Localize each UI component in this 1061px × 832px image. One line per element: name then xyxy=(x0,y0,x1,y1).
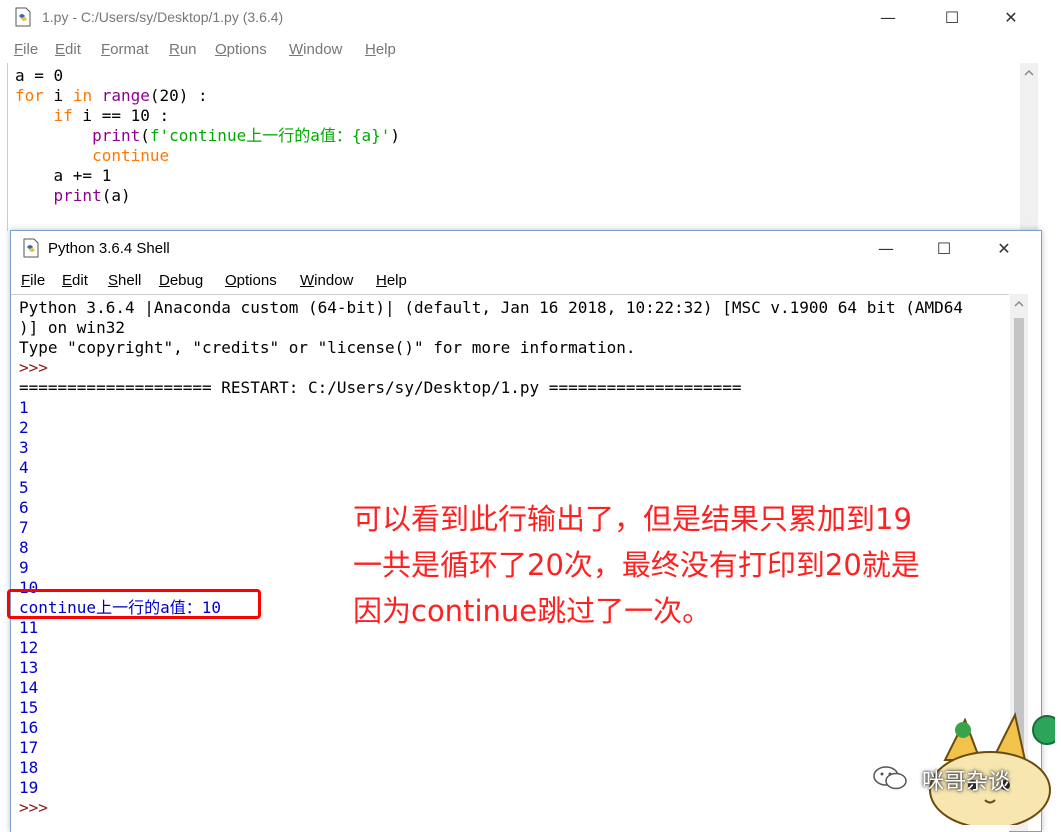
close-icon: ✕ xyxy=(1004,8,1018,27)
annotation-line: 一共是循环了20次，最终没有打印到20就是 xyxy=(353,548,920,582)
code-line: continue xyxy=(92,146,170,165)
output-line: 3 xyxy=(19,438,29,457)
shell-prompt: >>> xyxy=(19,358,48,377)
mascot-cat-image xyxy=(929,712,1055,825)
output-line: 12 xyxy=(19,638,39,657)
output-line: 13 xyxy=(19,658,39,677)
editor-maximize-button[interactable]: ☐ xyxy=(929,2,975,34)
shell-menu-options[interactable]: Options xyxy=(225,272,277,289)
output-line: 7 xyxy=(19,518,29,537)
annotation-text: 可以看到此行输出了，但是结果只累加到19 一共是循环了20次，最终没有打印到20… xyxy=(353,496,920,634)
code-line: for i in range(20) : xyxy=(15,86,208,105)
shell-maximize-button[interactable]: ☐ xyxy=(921,233,967,265)
code-line: print(f'continue上一行的a值：{a}') xyxy=(92,126,401,145)
editor-code-area[interactable]: a = 0 for i in range(20) : if i == 10 : … xyxy=(7,63,1020,231)
minimize-icon: — xyxy=(878,239,894,258)
scroll-arrows-icon xyxy=(1024,69,1034,76)
output-line: 6 xyxy=(19,498,29,517)
output-line: 2 xyxy=(19,418,29,437)
shell-menubar: File Edit Shell Debug Options Window Hel… xyxy=(11,269,1041,293)
scroll-up-icon xyxy=(1014,300,1024,307)
output-line: 18 xyxy=(19,758,39,777)
output-line: 8 xyxy=(19,538,29,557)
wechat-icon xyxy=(873,766,907,790)
shell-restart-line: ==================== RESTART: C:/Users/s… xyxy=(19,378,742,397)
output-line: 17 xyxy=(19,738,39,757)
editor-title: 1.py - C:/Users/sy/Desktop/1.py (3.6.4) xyxy=(42,9,284,25)
highlight-box xyxy=(7,589,261,619)
shell-menu-file[interactable]: File xyxy=(21,272,45,289)
editor-menu-format[interactable]: Format xyxy=(101,41,149,58)
output-line: 5 xyxy=(19,478,29,497)
output-line: 1 xyxy=(19,398,29,417)
output-line: 4 xyxy=(19,458,29,477)
maximize-icon: ☐ xyxy=(936,239,952,258)
editor-menubar: File Edit Format Run Options Window Help xyxy=(0,38,1061,62)
shell-close-button[interactable]: ✕ xyxy=(981,233,1027,265)
idle-shell-icon xyxy=(23,238,39,258)
editor-menu-file[interactable]: File xyxy=(14,41,38,58)
code-line: a += 1 xyxy=(15,166,112,185)
shell-banner-line: )] on win32 xyxy=(19,318,125,337)
shell-menu-edit[interactable]: Edit xyxy=(62,272,88,289)
output-line: 14 xyxy=(19,678,39,697)
editor-minimize-button[interactable]: — xyxy=(865,2,911,34)
editor-menu-options[interactable]: Options xyxy=(215,41,267,58)
shell-banner-line: Type "copyright", "credits" or "license(… xyxy=(19,338,636,357)
annotation-line: 可以看到此行输出了，但是结果只累加到19 xyxy=(353,502,912,536)
output-line: 16 xyxy=(19,718,39,737)
editor-menu-window[interactable]: Window xyxy=(289,41,342,58)
editor-menu-help[interactable]: Help xyxy=(365,41,396,58)
shell-final-prompt: >>> xyxy=(19,798,48,817)
maximize-icon: ☐ xyxy=(944,8,960,27)
shell-menu-shell[interactable]: Shell xyxy=(108,272,141,289)
shell-menu-help[interactable]: Help xyxy=(376,272,407,289)
close-icon: ✕ xyxy=(997,239,1011,258)
code-line: if i == 10 : xyxy=(53,106,170,125)
output-line: 9 xyxy=(19,558,29,577)
idle-file-icon xyxy=(15,7,31,27)
shell-menu-window[interactable]: Window xyxy=(300,272,353,289)
shell-banner-line: Python 3.6.4 |Anaconda custom (64-bit)| … xyxy=(19,298,964,317)
shell-menu-debug[interactable]: Debug xyxy=(159,272,203,289)
minimize-icon: — xyxy=(880,8,896,27)
annotation-line: 因为continue跳过了一次。 xyxy=(353,594,712,628)
editor-menu-edit[interactable]: Edit xyxy=(55,41,81,58)
output-line: 15 xyxy=(19,698,39,717)
watermark-text: 咪哥杂谈 xyxy=(922,770,1011,795)
editor-menu-run[interactable]: Run xyxy=(169,41,197,58)
shell-title: Python 3.6.4 Shell xyxy=(48,240,170,257)
editor-titlebar[interactable]: 1.py - C:/Users/sy/Desktop/1.py (3.6.4) … xyxy=(0,0,1061,36)
editor-close-button[interactable]: ✕ xyxy=(988,2,1034,34)
output-line: 11 xyxy=(19,618,39,637)
shell-titlebar[interactable]: Python 3.6.4 Shell — ☐ ✕ xyxy=(11,231,1041,267)
output-line: 19 xyxy=(19,778,39,797)
code-line: a = 0 xyxy=(15,66,64,85)
editor-scrollbar[interactable] xyxy=(1020,63,1038,231)
shell-minimize-button[interactable]: — xyxy=(863,233,909,265)
code-line: print(a) xyxy=(53,186,131,205)
